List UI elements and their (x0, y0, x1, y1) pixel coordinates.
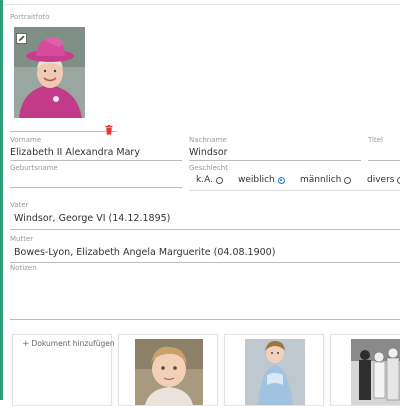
document-thumbnail-child-portrait[interactable] (118, 334, 218, 406)
gender-option-label: k.A. (196, 175, 213, 185)
vater-underline (10, 229, 400, 230)
trash-icon[interactable] (104, 120, 114, 135)
add-document-label: Dokument hinzufügen (31, 339, 115, 348)
mutter-label: Mutter (10, 235, 34, 243)
portrait-label: Portraitfoto (10, 13, 50, 21)
radio-button[interactable] (215, 176, 223, 184)
gender-option-label: weiblich (238, 175, 275, 185)
vorname-underline (10, 160, 182, 161)
gender-option-label: männlich (300, 175, 342, 185)
gender-option-maennlich[interactable]: männlich (300, 175, 352, 185)
notizen-label: Notizen (10, 264, 37, 272)
document-thumbnail-group-photo[interactable] (330, 334, 400, 406)
vater-field[interactable]: Windsor, George VI (14.12.1895) (14, 213, 170, 224)
nachname-underline (189, 160, 361, 161)
gender-option-label: divers (367, 175, 395, 185)
geburtsname-label: Geburtsname (10, 164, 58, 172)
document-thumbnail-girl-dress[interactable] (224, 334, 324, 406)
geburtsname-underline (10, 187, 182, 188)
radio-button-selected[interactable] (277, 176, 285, 184)
mutter-field[interactable]: Bowes-Lyon, Elizabeth Angela Marguerite … (14, 247, 275, 258)
gender-option-ka[interactable]: k.A. (196, 175, 223, 185)
mutter-underline (10, 262, 400, 263)
radio-button[interactable] (344, 176, 352, 184)
gender-option-divers[interactable]: divers (367, 175, 400, 185)
vater-label: Vater (10, 201, 29, 209)
top-divider (3, 4, 400, 5)
add-document-button[interactable]: + Dokument hinzufügen (22, 339, 115, 349)
geschlecht-label: Geschlecht (189, 164, 228, 172)
nachname-field[interactable]: Windsor (189, 147, 228, 158)
gender-option-weiblich[interactable]: weiblich (238, 175, 285, 185)
notizen-underline (10, 319, 400, 320)
geschlecht-underline (189, 190, 400, 191)
edit-icon[interactable] (16, 29, 27, 44)
vorname-label: Vorname (10, 136, 42, 144)
left-accent-bar (0, 0, 3, 400)
titel-label: Titel (368, 136, 384, 144)
titel-underline (368, 160, 400, 161)
portrait-underline (10, 131, 117, 132)
plus-icon: + (22, 339, 30, 349)
nachname-label: Nachname (189, 136, 227, 144)
vorname-field[interactable]: Elizabeth II Alexandra Mary (10, 147, 140, 158)
